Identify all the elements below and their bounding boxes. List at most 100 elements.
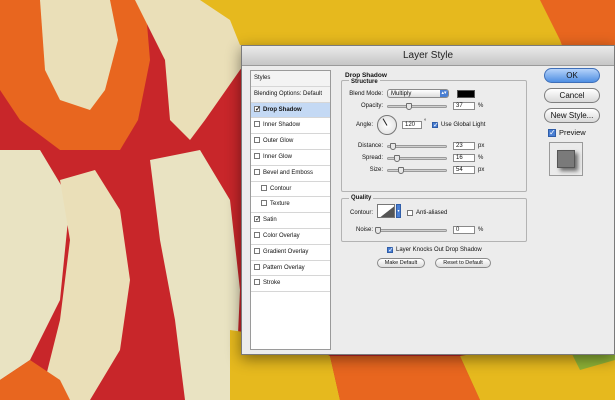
styles-list-item[interactable]: Gradient Overlay [251,245,330,261]
styles-list-item[interactable]: Inner Shadow [251,118,330,135]
styles-list-item-label: Stroke [263,280,281,287]
styles-list-item[interactable]: Color Overlay [251,229,330,245]
contour-curve-icon [380,206,394,217]
size-label: Size: [369,167,383,173]
make-default-button[interactable]: Make Default [377,258,425,268]
preview-label: Preview [559,128,586,137]
styles-list-item[interactable]: Bevel and Emboss [251,166,330,182]
quality-group [341,198,527,242]
style-checkbox[interactable] [261,200,267,207]
styles-list-item[interactable]: Inner Glow [251,150,330,166]
style-checkbox[interactable] [254,279,260,286]
anti-aliased-label: Anti-aliased [416,210,448,216]
noise-label: Noise: [355,227,373,233]
angle-needle [382,118,388,126]
blend-mode-label: Blend Mode: [349,91,383,97]
angle-input[interactable]: 120 [402,121,422,129]
style-checkbox[interactable] [254,121,260,128]
style-checkbox[interactable] [254,168,260,175]
noise-unit: % [478,227,484,233]
styles-list-item-label: Outer Glow [263,138,294,145]
anti-aliased-checkbox[interactable] [407,210,413,216]
size-input[interactable]: 54 [453,166,475,174]
styles-list-item-label: Styles [254,75,271,81]
style-checkbox[interactable] [254,263,260,270]
dialog-title: Layer Style [242,46,614,66]
styles-list-item[interactable]: Styles [251,71,330,87]
style-preview-swatch [557,150,575,168]
style-checkbox[interactable] [254,152,260,159]
angle-label: Angle: [355,122,373,128]
layer-style-dialog: Layer Style Styles Blending Options: Defa… [241,45,615,355]
opacity-label: Opacity: [360,103,383,109]
size-slider-thumb[interactable] [397,167,404,174]
styles-list-item[interactable]: Contour [251,182,330,198]
contour-label: Contour: [349,210,373,216]
size-slider[interactable] [387,167,447,174]
styles-list-item[interactable]: Outer Glow [251,134,330,150]
blend-mode-value: Multiply [391,91,412,97]
drop-shadow-title: Drop Shadow [345,72,387,79]
styles-list-item[interactable]: Pattern Overlay [251,261,330,277]
styles-list: Styles Blending Options: Default Drop Shad… [250,70,331,350]
styles-list-item-label: Bevel and Emboss [263,169,314,176]
angle-dial[interactable] [377,115,397,135]
select-arrow-icon: ▴▾ [440,90,448,97]
spread-input[interactable]: 16 [453,154,475,162]
knockout-label: Layer Knocks Out Drop Shadow [396,247,482,253]
style-checkbox[interactable] [254,216,261,223]
styles-list-item-label: Texture [270,201,290,208]
use-global-light-checkbox[interactable] [432,121,439,129]
cancel-button[interactable]: Cancel [544,88,600,103]
distance-input[interactable]: 23 [453,142,475,150]
styles-list-item[interactable]: Satin [251,213,330,229]
styles-list-item[interactable]: Blending Options: Default [251,86,330,103]
contour-picker[interactable] [377,204,395,218]
distance-unit: px [478,143,485,149]
style-checkbox[interactable] [254,105,261,112]
styles-list-item-label: Contour [270,185,292,192]
noise-slider[interactable] [375,227,447,234]
style-checkbox[interactable] [261,184,267,191]
spread-unit: % [478,155,484,161]
style-checkbox[interactable] [254,231,260,238]
preview-checkbox[interactable] [548,128,556,137]
styles-list-item[interactable]: Drop Shadow [251,102,330,119]
spread-label: Spread: [361,155,383,161]
contour-dropdown-icon[interactable]: ▾ [396,204,401,218]
opacity-unit: % [478,103,484,109]
distance-slider[interactable] [387,143,447,150]
styles-list-item-label: Blending Options: Default [254,90,323,97]
distance-label: Distance: [357,143,383,149]
style-checkbox[interactable] [254,137,260,144]
styles-list-item-label: Drop Shadow [263,106,302,113]
noise-input[interactable]: 0 [453,226,475,234]
styles-list-item-label: Inner Shadow [263,122,301,129]
reset-to-default-button[interactable]: Reset to Default [435,258,491,268]
styles-list-item[interactable]: Texture [251,197,330,214]
spread-slider[interactable] [387,155,447,162]
style-checkbox[interactable] [254,247,260,254]
distance-slider-thumb[interactable] [389,143,396,150]
noise-slider-thumb[interactable] [375,227,381,234]
quality-title: Quality [349,195,374,201]
use-global-light-label: Use Global Light [441,122,486,128]
drop-shadow-panel: Drop Shadow Structure Blend Mode: Multip… [339,70,529,280]
new-style-button[interactable]: New Style... [544,108,600,123]
shadow-color-swatch[interactable] [457,90,475,98]
angle-unit: ° [424,119,427,125]
styles-list-item-label: Pattern Overlay [263,264,305,271]
size-unit: px [478,167,485,173]
opacity-input[interactable]: 37 [453,102,475,110]
styles-list-item-label: Inner Glow [263,153,293,160]
structure-title: Structure [349,79,380,85]
styles-list-item-label: Color Overlay [263,232,300,239]
knockout-checkbox[interactable] [387,246,394,254]
styles-list-item-label: Gradient Overlay [263,248,309,255]
style-preview [549,142,583,176]
opacity-slider[interactable] [387,103,447,110]
blend-mode-select[interactable]: Multiply ▴▾ [387,89,449,98]
styles-list-item[interactable]: Stroke [251,276,330,293]
ok-button[interactable]: OK [544,68,600,83]
styles-list-item-label: Satin [263,217,277,224]
